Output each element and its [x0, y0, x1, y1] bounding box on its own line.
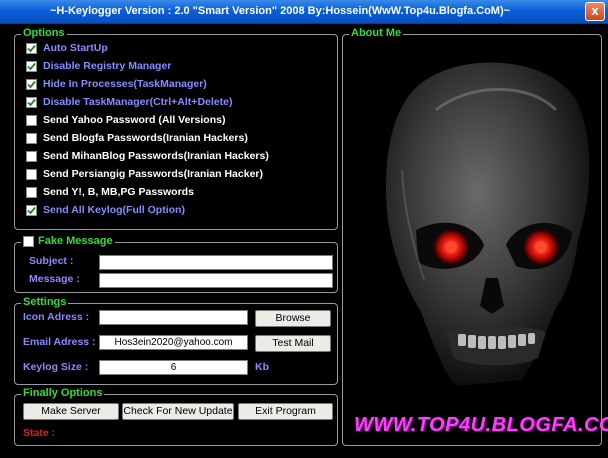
email-address-input[interactable]: Hos3ein2020@yahoo.com [99, 335, 248, 350]
option-row[interactable]: Hide In Processes(TaskManager) [26, 77, 207, 91]
option-checkbox[interactable] [26, 96, 37, 108]
keylog-size-unit: Kb [255, 361, 269, 373]
fake-message-title-label: Fake Message [38, 235, 113, 247]
option-row[interactable]: Send MihanBlog Passwords(Iranian Hackers… [26, 149, 269, 163]
keylog-size-input[interactable]: 6 [99, 360, 248, 375]
option-checkbox[interactable] [26, 132, 37, 144]
option-checkbox[interactable] [26, 150, 37, 162]
exit-program-button[interactable]: Exit Program [238, 403, 333, 420]
fake-message-checkbox[interactable] [23, 235, 34, 247]
left-eye-core [445, 241, 457, 253]
option-label: Send Yahoo Password (All Versions) [43, 114, 226, 126]
option-label: Send Persiangig Passwords(Iranian Hacker… [43, 168, 263, 180]
test-mail-button[interactable]: Test Mail [255, 335, 331, 352]
settings-group: Settings Icon Adress : Browse Email Adre… [14, 296, 338, 385]
fake-message-title[interactable]: Fake Message [21, 235, 115, 247]
option-checkbox[interactable] [26, 168, 37, 180]
close-button[interactable]: x [585, 2, 605, 21]
email-address-label: Email Adress : [23, 336, 96, 348]
option-label: Auto StartUp [43, 42, 108, 54]
finally-options-title: Finally Options [21, 387, 105, 399]
option-checkbox[interactable] [26, 114, 37, 126]
option-checkbox[interactable] [26, 186, 37, 198]
option-checkbox[interactable] [26, 60, 37, 72]
option-row[interactable]: Send Persiangig Passwords(Iranian Hacker… [26, 167, 263, 181]
window-title: ~H-Keylogger Version : 2.0 "Smart Versio… [49, 5, 511, 17]
option-row[interactable]: Send Blogfa Passwords(Iranian Hackers) [26, 131, 248, 145]
option-row[interactable]: Disable Registry Manager [26, 59, 171, 73]
option-checkbox[interactable] [26, 78, 37, 90]
option-label: Send MihanBlog Passwords(Iranian Hackers… [43, 150, 269, 162]
option-label: Send All Keylog(Full Option) [43, 204, 185, 216]
skull-illustration [386, 62, 590, 386]
option-label: Hide In Processes(TaskManager) [43, 78, 207, 90]
browse-button[interactable]: Browse [255, 310, 331, 327]
website-banner[interactable]: WWW.TOP4U.BLOGFA.COM [354, 414, 608, 437]
title-bar: ~H-Keylogger Version : 2.0 "Smart Versio… [0, 0, 608, 24]
option-label: Send Blogfa Passwords(Iranian Hackers) [43, 132, 248, 144]
option-label: Disable Registry Manager [43, 60, 172, 72]
icon-address-label: Icon Adress : [23, 311, 90, 323]
option-row[interactable]: Send Yahoo Password (All Versions) [26, 113, 225, 127]
make-server-button[interactable]: Make Server [23, 403, 119, 420]
options-group: Options Auto StartUp Disable Registry Man… [14, 27, 338, 230]
settings-title: Settings [21, 296, 69, 308]
check-update-button[interactable]: Check For New Update [122, 403, 234, 420]
option-row[interactable]: Send Y!, B, MB,PG Passwords [26, 185, 194, 199]
option-checkbox[interactable] [26, 42, 37, 54]
fake-message-group: Fake Message Subject : Message : [14, 235, 338, 293]
option-label: Disable TaskManager(Ctrl+Alt+Delete) [43, 96, 233, 108]
subject-label: Subject : [29, 255, 74, 267]
option-row[interactable]: Send All Keylog(Full Option) [26, 203, 185, 217]
state-label: State : [23, 427, 56, 439]
keylog-size-label: Keylog Size : [23, 361, 89, 373]
right-eye-core [535, 241, 547, 253]
option-row[interactable]: Auto StartUp [26, 41, 108, 55]
option-label: Send Y!, B, MB,PG Passwords [43, 186, 194, 198]
message-input[interactable] [99, 273, 333, 288]
subject-input[interactable] [99, 255, 333, 270]
options-title: Options [21, 27, 67, 39]
skull-image [346, 40, 600, 446]
about-title: About Me [349, 27, 404, 39]
finally-options-group: Finally Options Make Server Check For Ne… [14, 387, 338, 446]
icon-address-input[interactable] [99, 310, 248, 325]
option-checkbox[interactable] [26, 204, 37, 216]
option-row[interactable]: Disable TaskManager(Ctrl+Alt+Delete) [26, 95, 232, 109]
message-label: Message : [29, 273, 80, 285]
